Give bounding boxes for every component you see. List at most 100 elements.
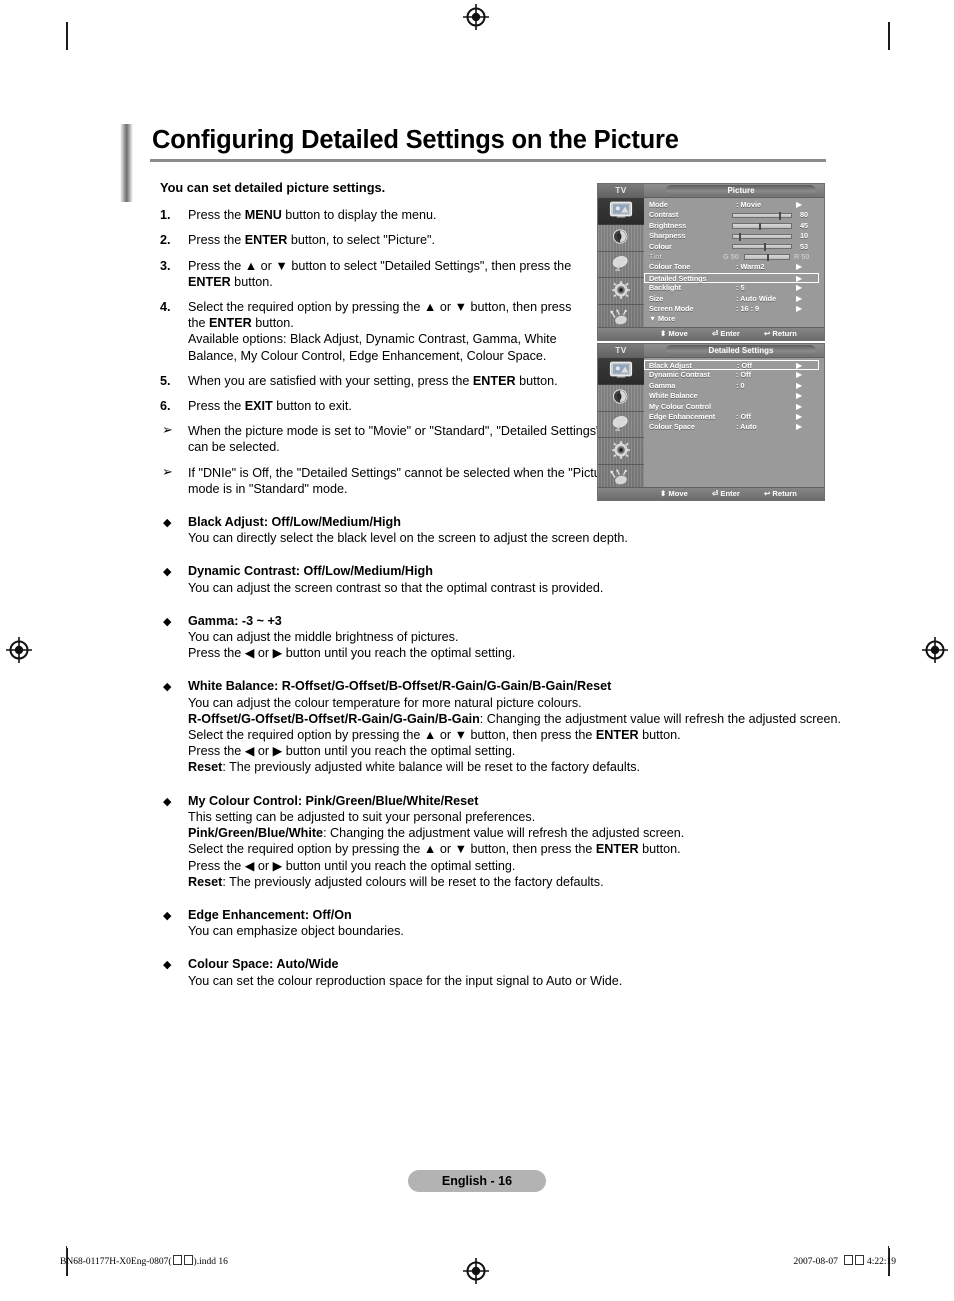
osd-rail-sound-icon[interactable] (598, 385, 644, 412)
page-title: Configuring Detailed Settings on the Pic… (152, 126, 679, 154)
emphasis-text: ENTER (472, 373, 516, 388)
note-item: ➢ If "DNIe" is Off, the "Detailed Setting… (160, 464, 618, 497)
osd-item-label: Dynamic Contrast (649, 370, 710, 380)
osd-slider[interactable] (732, 222, 792, 231)
osd-menu-item[interactable]: Colour Tone: Warm2 ▶ (644, 262, 824, 272)
osd-slider-knob[interactable] (738, 233, 741, 241)
option-detail-line: You can directly select the black level … (188, 530, 860, 546)
osd-rail-channel-dish-icon[interactable] (598, 252, 644, 279)
osd-slider[interactable] (732, 233, 792, 241)
sound-icon (611, 388, 631, 407)
osd-slider-value: 53 (800, 241, 809, 251)
hint-enter: ⏎ Enter (712, 329, 740, 338)
text-run: : Changing the adjustment value will ref… (479, 711, 841, 726)
osd-slider-knob[interactable] (779, 212, 782, 220)
osd-menu-item[interactable]: Detailed Settings ▶ (644, 272, 819, 284)
channel-dish-icon (610, 255, 632, 274)
footer-filename: BN68-01177H-X0Eng-0807().indd 16 (60, 1255, 228, 1267)
osd-menu-item[interactable]: Screen Mode: 16 : 9 ▶ (644, 304, 824, 314)
osd-menu-item[interactable]: Size: Auto Wide ▶ (644, 294, 824, 304)
emphasis-text: Reset (188, 874, 223, 889)
osd-item-label: White Balance (649, 391, 698, 401)
step-text: When you are satisfied with your setting… (188, 373, 588, 389)
hint-enter-2: ⏎ Enter (712, 489, 740, 498)
option-description: ◆ White Balance: R-Offset/G-Offset/B-Offs… (160, 678, 860, 775)
text-run: You can directly select the black level … (188, 531, 628, 546)
option-detail-line: R-Offset/G-Offset/B-Offset/R-Gain/G-Gain… (188, 711, 860, 727)
option-detail-line: Reset: The previously adjusted white bal… (188, 759, 860, 775)
osd-detailed-titlebar: TV Detailed Settings (598, 344, 824, 358)
enter-key-icon: ⏎ (712, 329, 719, 338)
osd-menu-item[interactable]: Backlight: 5 ▶ (644, 283, 824, 293)
step-number: 4. (160, 300, 171, 315)
input-icon (610, 469, 632, 488)
option-detail-line: Press the ◀ or ▶ button until you reach … (188, 858, 860, 874)
step-text: Press the ▲ or ▼ button to select "Detai… (188, 258, 588, 290)
chevron-right-icon: ▶ (796, 411, 803, 421)
chevron-right-icon: ▶ (796, 283, 803, 293)
osd-item-label: Colour Space (649, 422, 695, 432)
osd-menu-item[interactable]: Colour Space: Auto ▶ (644, 422, 824, 432)
osd-rail-picture-icon[interactable] (598, 358, 644, 385)
hint-return-2: ↩ Return (764, 489, 797, 498)
osd-menu-item[interactable]: Gamma: 0 ▶ (644, 381, 824, 391)
osd-menu-item[interactable]: Sharpness 10 (644, 231, 824, 241)
osd-menu-item[interactable]: Mode: Movie ▶ (644, 200, 824, 210)
title-accent-bar (120, 124, 133, 202)
missing-glyph-icon (172, 1255, 182, 1265)
text-run: Select the required option by pressing t… (188, 842, 596, 857)
osd-menu-item[interactable]: Contrast 80 (644, 210, 824, 220)
emphasis-text: Reset (188, 760, 223, 775)
osd-item-label: Colour Tone (649, 262, 691, 272)
picture-icon (608, 360, 634, 381)
text-run: : The previously adjusted white balance … (222, 760, 641, 775)
diamond-bullet-icon: ◆ (163, 681, 172, 694)
osd-tint-slider[interactable] (744, 253, 790, 262)
osd-tint-knob[interactable] (767, 253, 769, 262)
hint-move-2: ⬍ Move (660, 489, 688, 498)
osd-item-value: : 16 : 9 (736, 303, 760, 313)
step-text: Press the MENU button to display the men… (188, 207, 588, 223)
hint-return: ↩ Return (764, 329, 797, 338)
osd-rail-channel-dish-icon[interactable] (598, 412, 644, 439)
osd-detailed-items: Black Adjust: Off ▶ Dynamic Contrast: Off ▶… (644, 358, 824, 487)
note-item: ➢ When the picture mode is set to "Movie"… (160, 422, 618, 455)
osd-slider[interactable] (732, 212, 792, 220)
osd-menu-item[interactable]: My Colour Control ▶ (644, 402, 824, 412)
text-run: button. (638, 842, 681, 857)
osd-menu-item[interactable]: Brightness 45 (644, 221, 824, 231)
osd-menu-item[interactable]: Colour 53 (644, 242, 824, 252)
step-number: 3. (160, 258, 171, 273)
sound-icon (611, 228, 631, 247)
note-text: If "DNIe" is Off, the "Detailed Settings… (188, 465, 617, 496)
osd-item-value: : Auto (736, 422, 757, 432)
osd-item-label: Gamma (649, 380, 676, 390)
osd-tint-red-label: R 50 (794, 251, 810, 261)
osd-slider-knob[interactable] (763, 243, 766, 251)
emphasis-text: Pink/Green/Blue/White (188, 826, 324, 841)
osd-slider[interactable] (732, 243, 792, 251)
step-number: 2. (160, 233, 171, 248)
osd-menu-item[interactable]: Dynamic Contrast: Off ▶ (644, 370, 824, 380)
osd-menu-item[interactable]: White Balance ▶ (644, 391, 824, 401)
osd-menu-item[interactable]: Edge Enhancement: Off ▶ (644, 412, 824, 422)
osd-item-value: : Off (736, 411, 751, 421)
option-title: Dynamic Contrast: Off/Low/Medium/High (188, 564, 433, 579)
setup-gear-icon (611, 280, 631, 302)
option-description: ◆ Dynamic Contrast: Off/Low/Medium/High Yo… (160, 563, 860, 595)
osd-menu-item[interactable]: Black Adjust: Off ▶ (644, 360, 819, 371)
osd-rail-setup-gear-icon[interactable] (598, 278, 644, 306)
osd-menu-item[interactable]: Tint G 50 R 50 (644, 252, 824, 262)
osd-source-label: TV (598, 184, 644, 197)
osd-item-label: Sharpness (649, 231, 686, 241)
osd-item-value: : 0 (736, 380, 745, 390)
osd-menu-item[interactable]: ▼ More (644, 314, 824, 324)
option-title: Gamma: -3 ~ +3 (188, 613, 282, 628)
osd-rail-setup-gear-icon[interactable] (598, 438, 644, 466)
emphasis-text: EXIT (244, 399, 273, 414)
osd-rail-picture-icon[interactable] (598, 198, 644, 225)
emphasis-text: ENTER (188, 274, 231, 289)
text-run: button. (638, 728, 681, 743)
osd-slider-knob[interactable] (759, 222, 762, 231)
osd-rail-sound-icon[interactable] (598, 225, 644, 252)
